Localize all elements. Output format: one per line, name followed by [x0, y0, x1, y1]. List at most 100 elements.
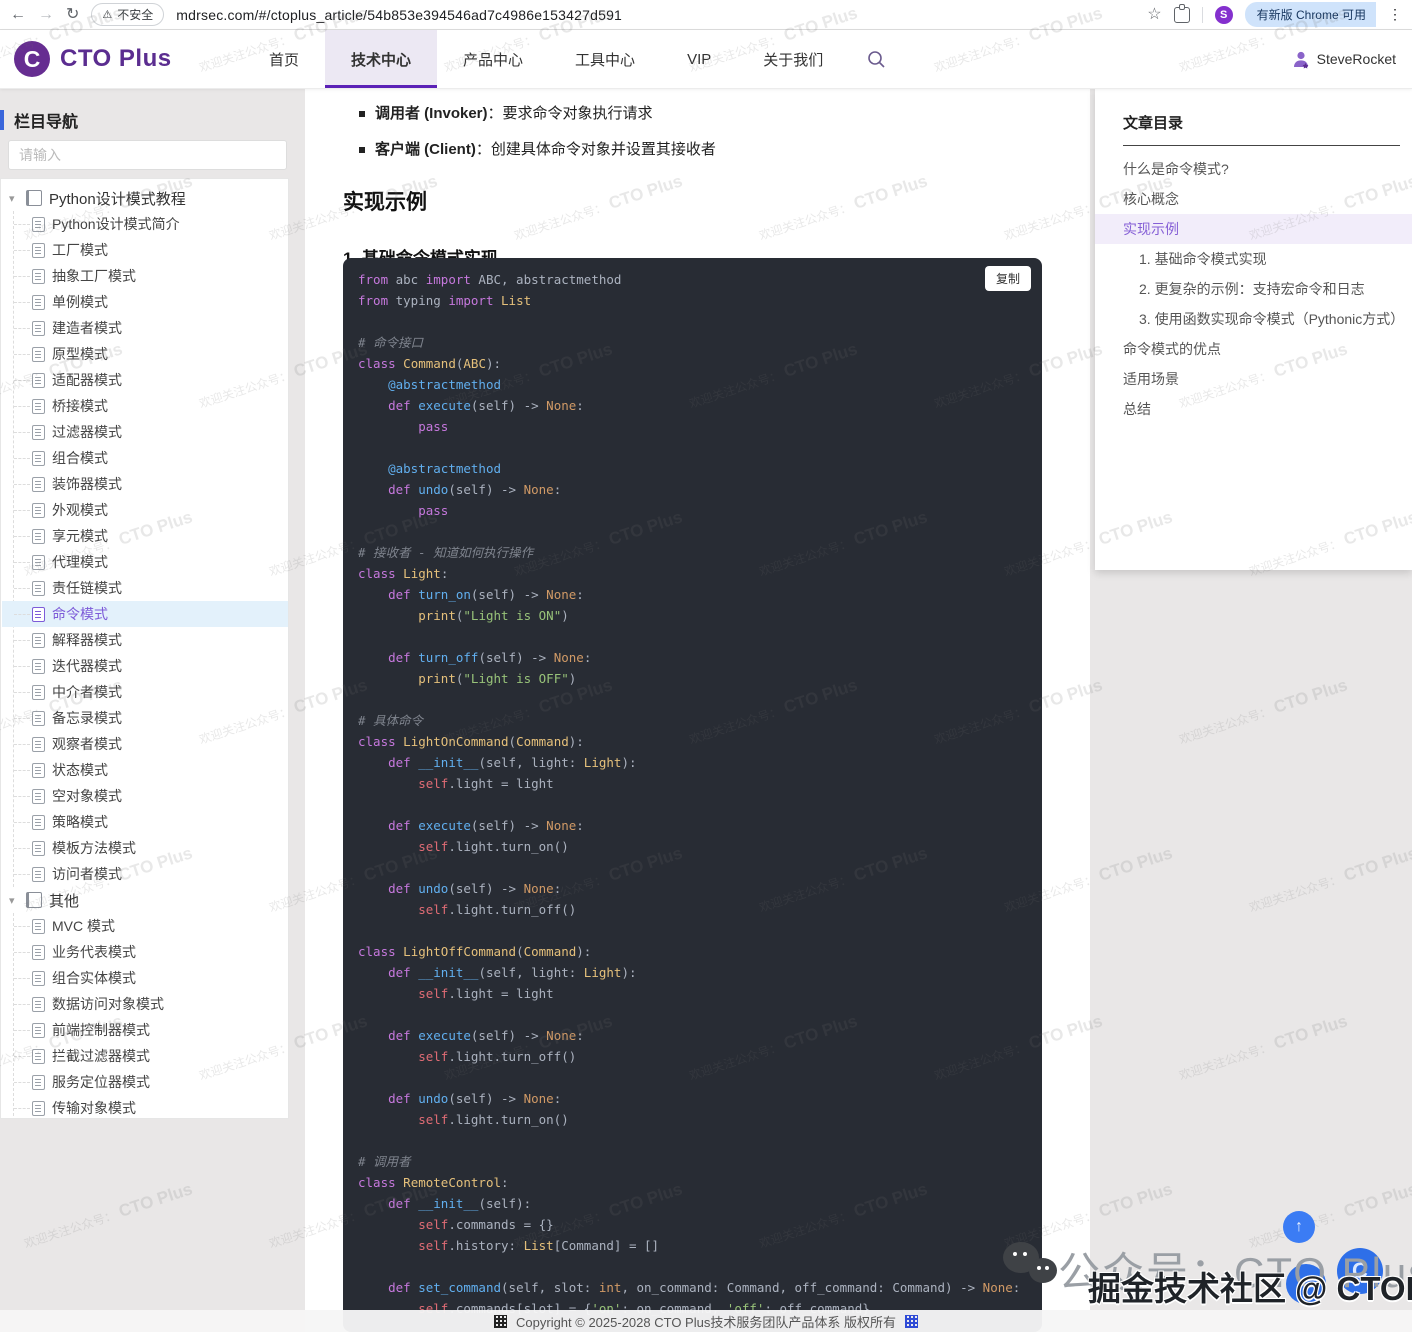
- toc-item[interactable]: 2. 更复杂的示例：支持宏命令和日志: [1095, 274, 1412, 304]
- nav-item[interactable]: 产品中心: [437, 30, 549, 88]
- logo-icon: C: [14, 41, 50, 77]
- bookmark-star-icon[interactable]: ☆: [1147, 7, 1161, 23]
- sidebar-tree-item[interactable]: 桥接模式: [2, 393, 288, 419]
- sidebar-tree-item[interactable]: 代理模式: [2, 549, 288, 575]
- code-line: def __init__(self):: [358, 1193, 1027, 1214]
- document-icon: [32, 217, 45, 232]
- sidebar-tree-item[interactable]: 服务定位器模式: [2, 1069, 288, 1095]
- sidebar-tree-item[interactable]: 拦截过滤器模式: [2, 1043, 288, 1069]
- document-icon: [32, 295, 45, 310]
- sidebar-tree-item[interactable]: 状态模式: [2, 757, 288, 783]
- sidebar-search-input[interactable]: [8, 140, 287, 170]
- document-icon: [32, 243, 45, 258]
- security-chip[interactable]: ⚠ 不安全: [91, 3, 164, 26]
- code-line: # 命令接口: [358, 332, 1027, 353]
- nav-item[interactable]: VIP: [661, 30, 737, 88]
- sidebar-tree-item[interactable]: 组合实体模式: [2, 965, 288, 991]
- book-icon: [26, 892, 42, 908]
- divider: [1202, 7, 1203, 23]
- document-icon: [32, 1023, 45, 1038]
- sidebar-tree-item[interactable]: 装饰器模式: [2, 471, 288, 497]
- site-logo[interactable]: C CTO Plus: [0, 30, 215, 88]
- nav-item[interactable]: 关于我们: [737, 30, 849, 88]
- qr-code-icon: [494, 1315, 507, 1328]
- diagonal-watermark: 欢迎关注公众号：CTO Plus: [1176, 1011, 1350, 1084]
- sidebar-tree-item[interactable]: 前端控制器模式: [2, 1017, 288, 1043]
- document-icon: [32, 607, 45, 622]
- toc-item[interactable]: 总结: [1095, 394, 1412, 424]
- sidebar-tree-item[interactable]: 观察者模式: [2, 731, 288, 757]
- sidebar-tree-item[interactable]: 抽象工厂模式: [2, 263, 288, 289]
- sidebar-tree-item[interactable]: 数据访问对象模式: [2, 991, 288, 1017]
- document-icon: [32, 347, 45, 362]
- sidebar-tree-item[interactable]: 中介者模式: [2, 679, 288, 705]
- chrome-update-button[interactable]: 有新版 Chrome 可用: [1245, 2, 1376, 27]
- sidebar-tree-item[interactable]: MVC 模式: [2, 913, 288, 939]
- sidebar-tree-item[interactable]: 命令模式: [2, 601, 288, 627]
- address-bar[interactable]: mdrsec.com/#/ctoplus_article/54b853e3945…: [176, 7, 622, 23]
- sidebar-tree-item[interactable]: 外观模式: [2, 497, 288, 523]
- toc-divider: [1123, 145, 1400, 146]
- code-line: [358, 311, 1027, 332]
- toc-item[interactable]: 3. 使用函数实现命令模式（Pythonic方式）: [1095, 304, 1412, 334]
- nav-item[interactable]: 首页: [243, 30, 325, 88]
- document-icon: [32, 685, 45, 700]
- extensions-icon[interactable]: [1174, 7, 1190, 23]
- sidebar-tree-item[interactable]: 建造者模式: [2, 315, 288, 341]
- browser-menu-icon[interactable]: ⋮: [1388, 6, 1402, 23]
- code-line: def execute(self) -> None:: [358, 1025, 1027, 1046]
- sidebar-tree-item[interactable]: 空对象模式: [2, 783, 288, 809]
- code-line: @abstractmethod: [358, 374, 1027, 395]
- sidebar-tree-item[interactable]: 适配器模式: [2, 367, 288, 393]
- sidebar-tree-item[interactable]: 访问者模式: [2, 861, 288, 887]
- sidebar-tree-item[interactable]: 组合模式: [2, 445, 288, 471]
- sidebar-tree-item[interactable]: 解释器模式: [2, 627, 288, 653]
- toc-item[interactable]: 实现示例: [1095, 214, 1412, 244]
- caret-down-icon[interactable]: ▾: [9, 192, 19, 205]
- back-icon[interactable]: ←: [10, 7, 26, 23]
- sidebar-tree-item[interactable]: 享元模式: [2, 523, 288, 549]
- sidebar-tree-item[interactable]: 责任链模式: [2, 575, 288, 601]
- document-icon: [32, 1049, 45, 1064]
- sidebar-tree-item[interactable]: 原型模式: [2, 341, 288, 367]
- sidebar-tree-item[interactable]: 单例模式: [2, 289, 288, 315]
- user-menu[interactable]: SteveRocket: [1291, 30, 1412, 88]
- copy-code-button[interactable]: 复制: [985, 266, 1031, 291]
- caret-down-icon[interactable]: ▾: [9, 894, 19, 907]
- forward-icon[interactable]: →: [38, 7, 54, 23]
- sidebar-tree-item[interactable]: 业务代表模式: [2, 939, 288, 965]
- code-line: [358, 626, 1027, 647]
- reload-icon[interactable]: ↻: [66, 7, 79, 23]
- document-icon: [32, 971, 45, 986]
- sidebar-tree-root[interactable]: ▾Python设计模式教程: [1, 185, 288, 211]
- code-line: self.light.turn_off(): [358, 1046, 1027, 1067]
- toc-item[interactable]: 适用场景: [1095, 364, 1412, 394]
- toc-panel: 文章目录 什么是命令模式?核心概念实现示例1. 基础命令模式实现2. 更复杂的示…: [1095, 88, 1412, 570]
- sidebar-tree-item[interactable]: 过滤器模式: [2, 419, 288, 445]
- header-search-button[interactable]: [849, 30, 904, 88]
- code-content[interactable]: from abc import ABC, abstractmethodfrom …: [343, 258, 1042, 1330]
- code-line: from typing import List: [358, 290, 1027, 311]
- sidebar-tree-item[interactable]: 传输对象模式: [2, 1095, 288, 1119]
- code-line: [358, 1067, 1027, 1088]
- code-line: class LightOnCommand(Command):: [358, 731, 1027, 752]
- sidebar-tree-item[interactable]: 备忘录模式: [2, 705, 288, 731]
- toc-item[interactable]: 什么是命令模式?: [1095, 154, 1412, 184]
- sidebar-tree-item[interactable]: Python设计模式简介: [2, 211, 288, 237]
- nav-item[interactable]: 工具中心: [549, 30, 661, 88]
- toc-item[interactable]: 1. 基础命令模式实现: [1095, 244, 1412, 274]
- sidebar-tree-root[interactable]: ▾其他: [1, 887, 288, 913]
- nav-item[interactable]: 技术中心: [325, 30, 437, 88]
- search-icon: [867, 50, 886, 69]
- code-line: [358, 1130, 1027, 1151]
- sidebar-tree-item[interactable]: 工厂模式: [2, 237, 288, 263]
- toc-item[interactable]: 命令模式的优点: [1095, 334, 1412, 364]
- toc-item[interactable]: 核心概念: [1095, 184, 1412, 214]
- document-icon: [32, 581, 45, 596]
- sidebar-tree-item[interactable]: 迭代器模式: [2, 653, 288, 679]
- sidebar-tree-item[interactable]: 策略模式: [2, 809, 288, 835]
- sidebar-tree-item[interactable]: 模板方法模式: [2, 835, 288, 861]
- toc-title: 文章目录: [1123, 112, 1398, 133]
- browser-profile-avatar[interactable]: S: [1215, 6, 1233, 24]
- code-line: self.commands = {}: [358, 1214, 1027, 1235]
